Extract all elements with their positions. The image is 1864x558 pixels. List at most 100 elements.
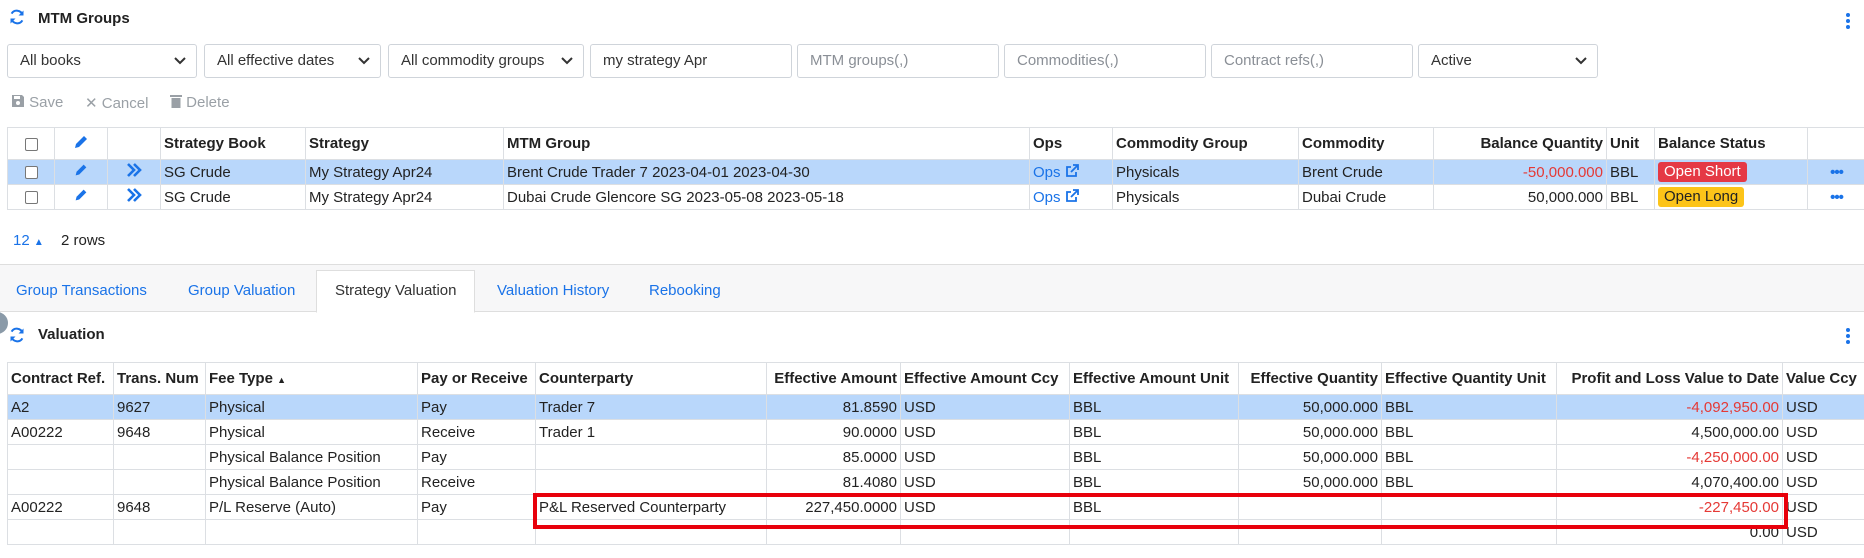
column-header[interactable]: Strategy [305,127,504,160]
cell-pr: Receive [417,469,536,495]
cell-unit: BBL [1069,419,1239,445]
column-header[interactable]: Effective Amount Unit [1069,362,1239,395]
cancel-button[interactable]: ✕ Cancel [85,94,148,112]
more-actions-icon[interactable]: ••• [1830,189,1844,206]
cell-vccy: USD [1782,394,1864,420]
cell-ccy: USD [900,419,1070,445]
more-actions-icon[interactable]: ••• [1830,164,1844,181]
cell-balance: -50,000.000 [1433,159,1607,185]
table-row[interactable]: Physical Balance Position Pay 85.0000 USD BB… [7,444,1864,470]
column-header[interactable]: Balance Status [1654,127,1808,160]
tab-strategy-valuation[interactable]: Strategy Valuation [316,270,476,313]
column-header[interactable]: Balance Quantity [1433,127,1607,160]
cell-pr: Pay [417,394,536,420]
chevron-down-icon [561,45,573,77]
pencil-icon[interactable] [73,164,89,182]
row-checkbox[interactable] [24,191,38,205]
sort-asc-icon: ▲ [277,375,287,385]
pencil-icon[interactable] [73,189,89,207]
cell-fee: P/L Reserve (Auto) [205,494,418,520]
cell-num: 9648 [113,419,206,445]
cell-num: 9627 [113,394,206,420]
table-row[interactable]: SG Crude My Strategy Apr24 Dubai Crude G… [7,184,1864,210]
cancel-label: Cancel [101,95,149,112]
commodities-input[interactable]: Commodities(,) [1004,44,1206,78]
cell-ccy: USD [900,394,1070,420]
cell-book: SG Crude [160,184,306,210]
column-header[interactable]: Trans. Num [113,362,206,395]
cell-vccy: USD [1782,469,1864,495]
caret-up-icon: ▲ [33,237,44,248]
cell-pr: Pay [417,494,536,520]
more-options-icon[interactable] [1846,13,1850,31]
column-header[interactable]: Effective Quantity [1238,362,1382,395]
cell-ref: A2 [7,394,114,420]
table-row[interactable]: A2 9627 Physical Pay Trader 7 81.8590 USD BBL 50… [7,394,1864,420]
column-header[interactable]: Fee Type ▲ [205,362,418,395]
refresh-icon[interactable] [9,327,25,347]
column-header[interactable]: Profit and Loss Value to Date [1556,362,1783,395]
tab-group-transactions[interactable]: Group Transactions [16,282,147,299]
column-header[interactable]: Effective Amount Ccy [900,362,1070,395]
highlight-box [533,493,1788,529]
column-header[interactable]: Effective Quantity Unit [1381,362,1557,395]
cell-ref: A00222 [7,419,114,445]
delete-button[interactable]: Delete [170,94,230,111]
cell-qunit: BBL [1381,394,1557,420]
table-row[interactable]: A00222 9648 Physical Receive Trader 1 90.0000… [7,419,1864,445]
commodity-groups-select[interactable]: All commodity groups [388,44,584,78]
tab-rebooking[interactable]: Rebooking [649,282,721,299]
column-header[interactable]: Effective Amount [766,362,901,395]
column-header[interactable]: Contract Ref. [7,362,114,395]
double-chevron-right-icon[interactable] [126,163,142,181]
more-options-icon[interactable] [1846,328,1850,346]
page-size-selector[interactable]: 12 ▲ [13,232,44,249]
mtm-groups-input[interactable]: MTM groups(,) [797,44,999,78]
ops-link[interactable]: Ops [1033,189,1079,206]
column-header[interactable]: Strategy Book [160,127,306,160]
delete-label: Delete [186,94,230,111]
row-count: 2 rows [61,232,106,249]
tab-group-valuation[interactable]: Group Valuation [188,282,295,299]
cell-qty: 50,000.000 [1238,469,1382,495]
column-header[interactable]: Ops [1029,127,1113,160]
cell-pnl: -4,092,950.00 [1556,394,1783,420]
double-chevron-right-icon[interactable] [126,188,142,206]
column-header[interactable]: Counterparty [535,362,767,395]
strategy-search-input[interactable]: my strategy Apr [590,44,792,78]
column-header[interactable]: Value Ccy [1782,362,1864,395]
table-header-row: Contract Ref. Trans. Num Fee Type ▲ Pay … [7,362,1864,395]
save-button[interactable]: Save [11,94,63,111]
cell-ref [7,469,114,495]
cell-qunit: BBL [1381,469,1557,495]
refresh-icon[interactable] [9,9,25,29]
cell-book: SG Crude [160,159,306,185]
cell-pr [417,519,536,545]
column-header[interactable]: Pay or Receive [417,362,536,395]
table-row[interactable]: SG Crude My Strategy Apr24 Brent Crude T… [7,159,1864,185]
ops-link[interactable]: Ops [1033,164,1079,181]
table-row[interactable]: Physical Balance Position Receive 81.4080 U… [7,469,1864,495]
books-select-value: All books [20,52,81,69]
contract-refs-input[interactable]: Contract refs(,) [1211,44,1413,78]
column-header[interactable]: Commodity [1298,127,1434,160]
column-header[interactable]: Commodity Group [1112,127,1299,160]
select-all-checkbox[interactable] [24,137,38,151]
table-header-row: Strategy Book Strategy MTM Group Ops Com… [7,127,1864,160]
dates-select[interactable]: All effective dates [204,44,381,78]
sidebar-toggle-handle[interactable] [0,312,8,334]
page-size-value: 12 [13,232,30,249]
column-header[interactable]: Unit [1606,127,1655,160]
books-select[interactable]: All books [7,44,197,78]
pencil-icon[interactable] [72,135,90,155]
cell-strategy: My Strategy Apr24 [305,184,504,210]
cell-qty: 50,000.000 [1238,394,1382,420]
row-checkbox[interactable] [24,166,38,180]
fee-type-label: Fee Type [209,370,273,387]
status-select[interactable]: Active [1418,44,1598,78]
tab-valuation-history[interactable]: Valuation History [497,282,609,299]
external-link-icon [1065,163,1079,177]
cell-group: Brent Crude Trader 7 2023-04-01 2023-04-… [503,159,1030,185]
cell-fee: Physical [205,419,418,445]
column-header[interactable]: MTM Group [503,127,1030,160]
